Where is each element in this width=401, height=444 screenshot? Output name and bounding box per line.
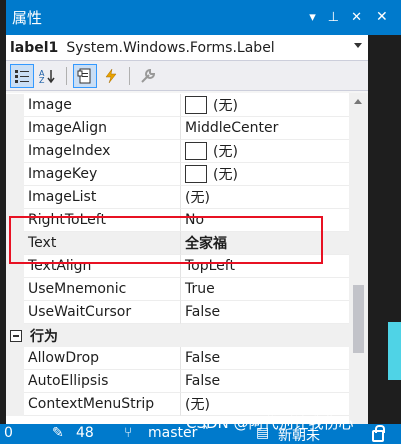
properties-toolbar: A Z bbox=[6, 61, 368, 91]
category-label: 行为 bbox=[30, 328, 58, 345]
object-name: label1 bbox=[10, 39, 59, 56]
property-value[interactable]: (无) bbox=[181, 94, 349, 117]
property-value[interactable]: MiddleCenter bbox=[181, 117, 349, 140]
properties-icon bbox=[77, 68, 91, 83]
panel-dropdown-icon[interactable]: ▾ bbox=[309, 11, 316, 24]
property-name: ImageKey bbox=[24, 163, 181, 186]
property-row[interactable]: UseMnemonic True bbox=[6, 278, 349, 301]
vertical-scrollbar[interactable] bbox=[349, 93, 368, 444]
categorized-button[interactable] bbox=[10, 63, 34, 88]
property-row[interactable]: Image (无) bbox=[6, 94, 349, 117]
property-row[interactable]: ImageAlign MiddleCenter bbox=[6, 117, 349, 140]
property-row[interactable]: UseWaitCursor False bbox=[6, 301, 349, 324]
collapse-icon[interactable] bbox=[10, 329, 22, 342]
scroll-thumb[interactable] bbox=[353, 285, 364, 353]
events-button[interactable] bbox=[99, 64, 123, 88]
alphabetical-icon: A Z bbox=[39, 69, 55, 84]
svg-text:Z: Z bbox=[39, 76, 45, 84]
object-selector[interactable]: label1 System.Windows.Forms.Label bbox=[6, 35, 368, 61]
decorative-shape bbox=[388, 322, 401, 380]
panel-title: 属性 bbox=[12, 9, 43, 27]
property-name: ImageAlign bbox=[24, 117, 181, 140]
property-name: UseWaitCursor bbox=[24, 301, 181, 324]
lightning-icon bbox=[105, 68, 117, 83]
property-name: ImageIndex bbox=[24, 140, 181, 163]
property-value[interactable]: (无) bbox=[181, 140, 349, 163]
side-area: ✕ bbox=[368, 0, 401, 444]
wrench-icon bbox=[141, 68, 156, 83]
image-swatch bbox=[185, 96, 207, 114]
status-pending-count[interactable]: 48 bbox=[76, 425, 94, 441]
annotation-highlight-box bbox=[9, 216, 323, 264]
pencil-icon: ✎ bbox=[52, 425, 64, 441]
property-value[interactable]: False bbox=[181, 347, 349, 370]
property-grid: Image (无) ImageAlign MiddleCenter ImageI… bbox=[6, 93, 368, 444]
property-name: AutoEllipsis bbox=[24, 370, 181, 393]
toolbar-separator bbox=[66, 66, 67, 85]
property-row[interactable]: ImageKey (无) bbox=[6, 163, 349, 186]
image-swatch bbox=[185, 142, 207, 160]
object-type: System.Windows.Forms.Label bbox=[66, 39, 275, 56]
close-icon[interactable]: ✕ bbox=[376, 9, 388, 25]
scroll-up-icon[interactable] bbox=[354, 99, 362, 104]
category-behavior[interactable]: 行为 bbox=[6, 324, 349, 347]
watermark: CSDN @阿代别让我伤心 bbox=[186, 414, 354, 432]
property-name: UseMnemonic bbox=[24, 278, 181, 301]
status-error-count[interactable]: 0 bbox=[4, 425, 13, 441]
toolbar-separator bbox=[129, 66, 130, 85]
property-value[interactable]: False bbox=[181, 370, 349, 393]
property-row[interactable]: ImageIndex (无) bbox=[6, 140, 349, 163]
close-icon[interactable]: ✕ bbox=[351, 11, 362, 24]
property-row[interactable]: AutoEllipsis False bbox=[6, 370, 349, 393]
property-name: ContextMenuStrip bbox=[24, 393, 181, 416]
chevron-down-icon[interactable] bbox=[354, 43, 362, 48]
panel-titlebar: 属性 ▾ ⊥ ✕ bbox=[6, 0, 368, 35]
property-value[interactable]: (无) bbox=[181, 186, 349, 209]
properties-button[interactable] bbox=[73, 63, 97, 88]
lock-icon bbox=[372, 425, 385, 442]
property-value[interactable]: (无) bbox=[181, 163, 349, 186]
image-swatch bbox=[185, 165, 207, 183]
categorized-icon bbox=[15, 69, 29, 83]
branch-icon: ⑂ bbox=[124, 425, 133, 441]
property-value[interactable]: False bbox=[181, 301, 349, 324]
property-name: ImageList bbox=[24, 186, 181, 209]
property-name: Image bbox=[24, 94, 181, 117]
property-row[interactable]: ImageList (无) bbox=[6, 186, 349, 209]
property-value[interactable]: True bbox=[181, 278, 349, 301]
property-name: AllowDrop bbox=[24, 347, 181, 370]
pin-icon[interactable]: ⊥ bbox=[328, 11, 339, 24]
property-row[interactable]: AllowDrop False bbox=[6, 347, 349, 370]
alphabetical-button[interactable]: A Z bbox=[36, 64, 60, 88]
property-pages-button[interactable] bbox=[136, 64, 160, 88]
